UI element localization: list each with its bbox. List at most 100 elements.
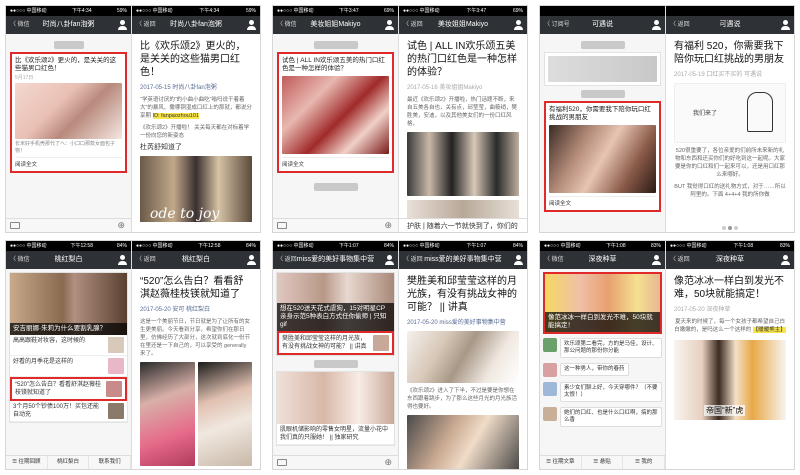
battery: 69% bbox=[383, 8, 394, 14]
nav-bar: 〈 返回 美妆姐姐Makiyo bbox=[399, 16, 527, 34]
article-title: 比《欢乐颂2》更火的，是关关的这些猫男口红色！ bbox=[140, 41, 246, 78]
plus-icon[interactable]: ⊕ bbox=[384, 457, 392, 468]
list-item[interactable]: 好看的月季花是这样的 bbox=[10, 356, 127, 377]
menu-item[interactable]: 桃红梨白 bbox=[48, 456, 90, 469]
status-bar: ●●○○○ 中国移动 下午3:47 69% bbox=[399, 6, 527, 16]
back-button[interactable]: 〈 返回 bbox=[670, 251, 690, 269]
read-more-link[interactable]: 阅读全文 bbox=[15, 157, 122, 168]
status-bar: ●●○○○ 中国移动 下午4:34 59% bbox=[6, 6, 131, 16]
battery: 84% bbox=[116, 243, 127, 249]
time-divider bbox=[580, 90, 625, 98]
article-image: ode to joy bbox=[140, 156, 252, 230]
nav-bar: 〈 微信 桃红梨白 bbox=[6, 251, 131, 269]
back-button[interactable]: 〈 微信 bbox=[10, 251, 30, 269]
article-group-card[interactable]: 安吉丽娜·朱莉为什么要割乳腺？ 高高跟鞋对妆容，这时候的 好看的月季花是这样的 … bbox=[9, 272, 128, 423]
list-item-highlighted[interactable]: “520”怎么告白？看看舒淇赵薇桂枝镁就知道了 bbox=[10, 377, 127, 401]
article-meta[interactable]: 2017-05-19 口红买不买的 可遇说 bbox=[674, 69, 786, 78]
article-card[interactable]: 比《欢乐颂2》更火的，是关关的这些猫男口红色！ 5月17日 长米好手机壳那代了ヘ… bbox=[10, 52, 127, 173]
status-bar: ●●○○○ 中国移动 下午12:58 84% bbox=[132, 241, 260, 251]
article-meta[interactable]: 2017-05-20 miss爱的美好事物集中营 bbox=[407, 317, 519, 326]
profile-icon[interactable] bbox=[118, 255, 127, 265]
plus-icon[interactable]: ⊕ bbox=[117, 220, 125, 231]
article-meta[interactable]: 2017-05-20 深夜种草 bbox=[674, 304, 786, 313]
article-card[interactable]: 有福利520，你需要我下陪你玩口红挑战的男朋友 阅读全文 bbox=[544, 101, 661, 212]
avatar bbox=[543, 382, 557, 396]
back-button[interactable]: 〈 订阅号 bbox=[544, 16, 570, 34]
message-feed: 安吉丽娜·朱莉为什么要割乳腺？ 高高跟鞋对妆容，这时候的 好看的月季花是这样的 … bbox=[6, 269, 131, 430]
article-group-card[interactable]: 肌眼机储影响的零售女明星，流量小花中我们真的只服她！ || 独家研究 bbox=[276, 371, 395, 446]
chat-message[interactable]: 这一种男人，带你的春药 bbox=[543, 363, 662, 377]
back-button[interactable]: 〈 返回 bbox=[670, 16, 690, 34]
list-item-highlighted[interactable]: 樊胜美和邱莹莹这样的月光族，有没有挑战女神的可能？ || 讲真 bbox=[277, 331, 394, 355]
article-card[interactable]: 试色 | ALL IN欢乐颂五美的热门口红色是一种怎样的体验？ 阅读全文 bbox=[277, 52, 394, 173]
cover-caption: 安吉丽娜·朱莉为什么要割乳腺？ bbox=[10, 323, 127, 335]
time-divider bbox=[53, 41, 84, 49]
profile-icon[interactable] bbox=[514, 20, 523, 30]
list-item[interactable]: 高高跟鞋对妆容，这时候的 bbox=[10, 335, 127, 356]
profile-icon[interactable] bbox=[385, 20, 394, 30]
back-button[interactable]: 〈 微信 bbox=[544, 251, 564, 269]
profile-icon[interactable] bbox=[514, 255, 523, 265]
read-more-link[interactable]: 阅读全文 bbox=[549, 196, 656, 207]
back-button[interactable]: 〈 微信 bbox=[10, 16, 30, 34]
clock: 下午4:34 bbox=[71, 8, 92, 14]
article-card[interactable] bbox=[544, 52, 661, 86]
back-button[interactable]: 〈 微信 bbox=[277, 16, 297, 34]
list-item[interactable]: 肌眼机储影响的零售女明星，流量小花中我们真的只服她！ || 独家研究 bbox=[277, 424, 394, 445]
article-card[interactable]: 像范冰冰一样白到发光不难，50块就能搞定！ bbox=[543, 272, 662, 334]
profile-icon[interactable] bbox=[118, 20, 127, 30]
menu-item[interactable]: ☰ 往期文章 bbox=[540, 456, 582, 469]
screenshot-panel-3: 〈 订阅号 可遇说 有福利520，你需要我下陪你玩口红挑战的男朋友 阅读全文 〈… bbox=[539, 5, 795, 233]
profile-icon[interactable] bbox=[247, 20, 256, 30]
profile-icon[interactable] bbox=[652, 255, 661, 265]
image-caption: 帝国“新”虎 bbox=[704, 405, 746, 416]
chat-message[interactable]: 她们的口红、也是什么口红啊，搞的那么香 bbox=[543, 407, 662, 427]
cover-caption: 想在520送天花式虐狗，15对明星CP亲身示范5种表白方式任你偷师 | 只知gi… bbox=[277, 303, 394, 331]
article-group-card[interactable]: 想在520送天花式虐狗，15对明星CP亲身示范5种表白方式任你偷师 | 只知gi… bbox=[276, 272, 395, 356]
battery: 83% bbox=[779, 243, 790, 249]
chat-title: 时尚八卦fan泡粥 bbox=[42, 21, 95, 28]
next-article-teaser[interactable]: 护肤 | 随着六一节就快到了，你们的 bbox=[407, 221, 518, 231]
article-meta[interactable]: 2017-05-20 安可 桃红梨白 bbox=[140, 304, 252, 313]
article-paragraph: BUT 我觉得口红的送礼物方式，对于……所以阿里的。下面 4+4+4 我的所你做 bbox=[674, 184, 786, 198]
menu-item[interactable]: ☰ 我的 bbox=[623, 456, 665, 469]
back-button[interactable]: 〈 返回 bbox=[403, 16, 423, 34]
status-bar: ●●○○○ 中国移动 下午12:58 84% bbox=[6, 241, 131, 251]
article-image bbox=[407, 331, 519, 383]
clock: 下午4:34 bbox=[199, 8, 220, 14]
article-meta[interactable]: 2017-05-15 时尚八卦fan泡粥 bbox=[140, 82, 252, 91]
keyboard-icon[interactable] bbox=[277, 222, 287, 229]
chat-message[interactable]: 欢乐颂第二看完，方的是马佳，设计、那公问题的那份你分能 bbox=[543, 338, 662, 358]
back-button[interactable]: 〈 返回 bbox=[136, 251, 156, 269]
profile-icon[interactable] bbox=[652, 20, 661, 30]
plus-icon[interactable]: ⊕ bbox=[384, 220, 392, 231]
menu-item[interactable]: ☰ 往期回顾 bbox=[6, 456, 48, 469]
status-bar bbox=[666, 6, 794, 16]
profile-icon[interactable] bbox=[781, 255, 790, 265]
menu-item[interactable]: ☰ 悬贴 bbox=[582, 456, 624, 469]
article-meta[interactable]: 2017-05-16 美妆姐姐Makiyo bbox=[407, 82, 519, 91]
profile-icon[interactable] bbox=[781, 20, 790, 30]
article-body: 像范冰冰一样白到发光不难，50块就能搞定！ 2017-05-20 深夜种草 夏天… bbox=[666, 269, 794, 430]
chat-message[interactable]: 素少女们聊上好，今天穿哪件？（不要太恨！） bbox=[543, 382, 662, 402]
message-bubble: 这一种男人，带你的春药 bbox=[560, 363, 629, 376]
carrier: ●●○○○ 中国移动 bbox=[10, 8, 47, 14]
profile-icon[interactable] bbox=[247, 255, 256, 265]
screenshot-panel-1: ●●○○○ 中国移动 下午4:34 59% 〈 微信 时尚八卦fan泡粥 比《欢… bbox=[5, 5, 261, 233]
article-title: 试色 | ALL IN欢乐颂五美的热门口红色是一种怎样的体验？ bbox=[407, 41, 517, 78]
nav-bar: 〈 返回 miss爱的美好事物集中营 bbox=[399, 251, 527, 269]
back-button[interactable]: 〈 返回 bbox=[277, 251, 297, 269]
profile-icon[interactable] bbox=[385, 255, 394, 265]
article-body: 樊胜美和邱莹莹这样的月光族，有没有挑战女神的可能？ || 讲真 2017-05-… bbox=[399, 269, 527, 469]
article-card-date: 5月17日 bbox=[15, 75, 34, 81]
back-button[interactable]: 〈 返回 bbox=[403, 251, 423, 269]
nav-bar: 〈 微信 时尚八卦fan泡粥 bbox=[6, 16, 131, 34]
status-bar: ●●○○○ 中国移动 下午1:08 83% bbox=[540, 241, 665, 251]
menu-bar: ☰ 往期文章 ☰ 悬贴 ☰ 我的 bbox=[540, 455, 665, 469]
read-more-link[interactable]: 阅读全文 bbox=[282, 157, 389, 168]
keyboard-icon[interactable] bbox=[10, 222, 20, 229]
list-item[interactable]: 3个月50个钞债100万！买包还能自动充 bbox=[10, 401, 127, 422]
menu-item[interactable]: 联系我们 bbox=[89, 456, 131, 469]
keyboard-icon[interactable] bbox=[277, 459, 287, 466]
back-button[interactable]: 〈 返回 bbox=[136, 16, 156, 34]
